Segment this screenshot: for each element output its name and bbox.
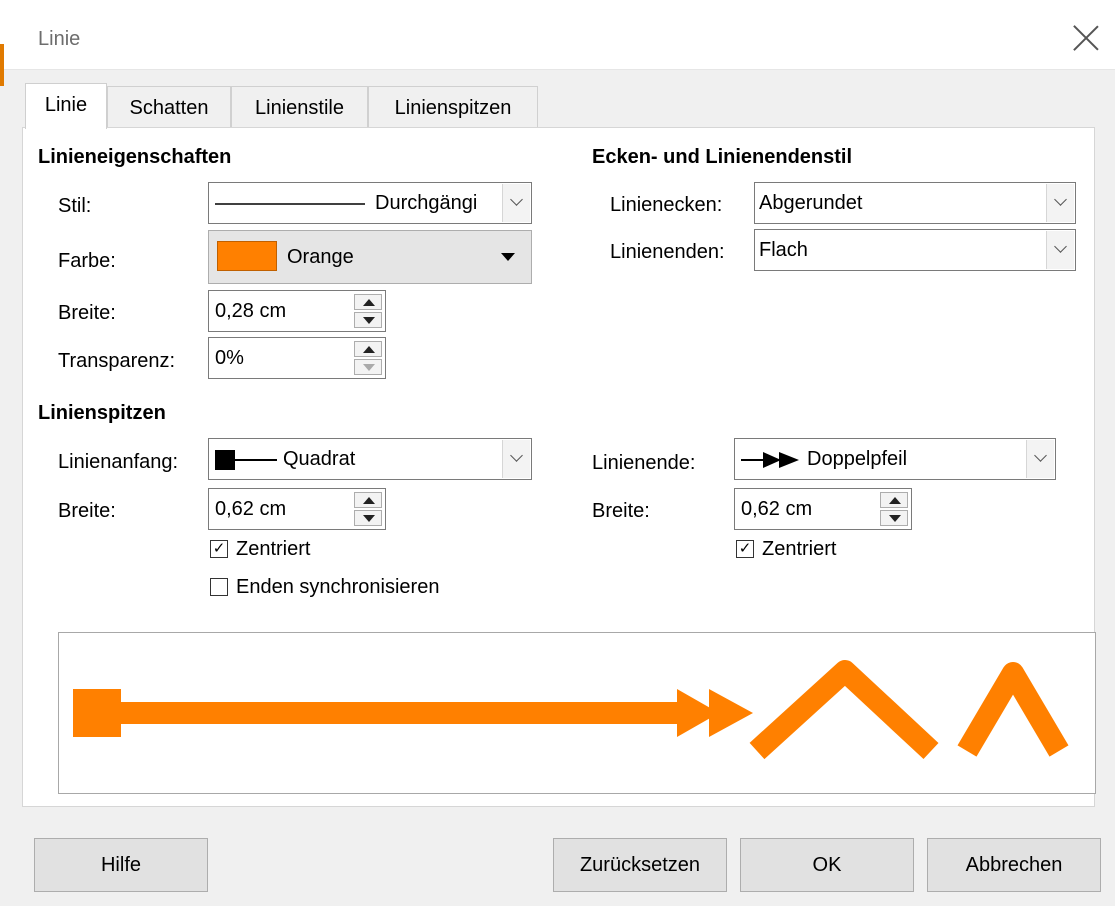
close-icon[interactable] [1072, 24, 1100, 52]
chevron-down-icon[interactable] [1046, 184, 1074, 222]
increment-icon[interactable] [354, 341, 382, 357]
corner-value: Abgerundet [759, 192, 863, 214]
sync-ends-label: Enden synchronisieren [236, 576, 440, 598]
transparency-stepper[interactable] [354, 341, 382, 375]
end-label: Linienende: [592, 452, 696, 474]
reset-button[interactable]: Zurücksetzen [553, 838, 727, 892]
chevron-down-icon[interactable] [1046, 231, 1074, 269]
arrowheads-heading: Linienspitzen [38, 402, 166, 424]
line-properties-heading: Linieneigenschaften [38, 146, 232, 168]
width-spinbox[interactable]: 0,28 cm [208, 290, 386, 332]
color-swatch [217, 241, 277, 271]
corner-select[interactable]: Abgerundet [754, 182, 1076, 224]
start-centered-checkbox[interactable]: ✓ [210, 540, 228, 558]
ok-button[interactable]: OK [740, 838, 914, 892]
chevron-down-icon[interactable] [502, 440, 530, 478]
line-preview [58, 632, 1096, 794]
corner-label: Linienecken: [610, 194, 723, 216]
style-select[interactable]: Durchgängi [208, 182, 532, 224]
start-width-value: 0,62 cm [215, 498, 287, 520]
start-label: Linienanfang: [58, 451, 179, 473]
style-label: Stil: [58, 195, 92, 217]
line-preview-graphic [73, 660, 1069, 760]
cancel-button[interactable]: Abbrechen [927, 838, 1101, 892]
chevron-down-icon[interactable] [1026, 440, 1054, 478]
line-start-value: Quadrat [283, 448, 356, 470]
increment-icon[interactable] [354, 492, 382, 508]
corner-cap-heading: Ecken- und Linienendenstil [592, 146, 853, 168]
line-end-value: Doppelpfeil [807, 448, 908, 470]
transparency-spinbox[interactable]: 0% [208, 337, 386, 379]
start-width-label: Breite: [58, 500, 116, 522]
tab-schatten[interactable]: Schatten [107, 86, 231, 128]
decrement-icon[interactable] [354, 312, 382, 328]
color-label: Farbe: [58, 250, 116, 272]
decrement-icon[interactable] [354, 510, 382, 526]
end-width-label: Breite: [592, 500, 650, 522]
start-width-stepper[interactable] [354, 492, 382, 526]
window-title: Linie [38, 28, 81, 50]
tab-linienstile[interactable]: Linienstile [231, 86, 368, 128]
end-width-stepper[interactable] [880, 492, 908, 526]
title-bar [0, 0, 1115, 70]
dropdown-arrow-icon [501, 253, 515, 261]
solid-line-preview-icon [215, 203, 365, 205]
help-button[interactable]: Hilfe [34, 838, 208, 892]
start-width-spinbox[interactable]: 0,62 cm [208, 488, 386, 530]
cap-value: Flach [759, 239, 808, 261]
double-arrow-icon [741, 452, 799, 468]
start-centered-label: Zentriert [236, 538, 311, 560]
increment-icon[interactable] [880, 492, 908, 508]
line-start-select[interactable]: Quadrat [208, 438, 532, 480]
end-centered-label: Zentriert [762, 538, 837, 560]
cap-select[interactable]: Flach [754, 229, 1076, 271]
transparency-value: 0% [215, 347, 244, 369]
end-width-spinbox[interactable]: 0,62 cm [734, 488, 912, 530]
window-edge-accent [0, 44, 4, 86]
transparency-label: Transparenz: [58, 350, 176, 372]
style-value: Durchgängi [375, 192, 478, 214]
square-arrowhead-icon [215, 450, 277, 470]
color-value: Orange [287, 246, 354, 268]
sync-ends-checkbox[interactable] [210, 578, 228, 596]
decrement-icon[interactable] [354, 359, 382, 375]
color-picker-button[interactable]: Orange [208, 230, 532, 284]
width-label: Breite: [58, 302, 116, 324]
decrement-icon[interactable] [880, 510, 908, 526]
cap-label: Linienenden: [610, 241, 725, 263]
width-value: 0,28 cm [215, 300, 287, 322]
chevron-down-icon[interactable] [502, 184, 530, 222]
increment-icon[interactable] [354, 294, 382, 310]
end-width-value: 0,62 cm [741, 498, 813, 520]
width-stepper[interactable] [354, 294, 382, 328]
end-centered-checkbox[interactable]: ✓ [736, 540, 754, 558]
tab-linienspitzen[interactable]: Linienspitzen [368, 86, 538, 128]
tab-linie[interactable]: Linie [25, 83, 107, 129]
line-end-select[interactable]: Doppelpfeil [734, 438, 1056, 480]
